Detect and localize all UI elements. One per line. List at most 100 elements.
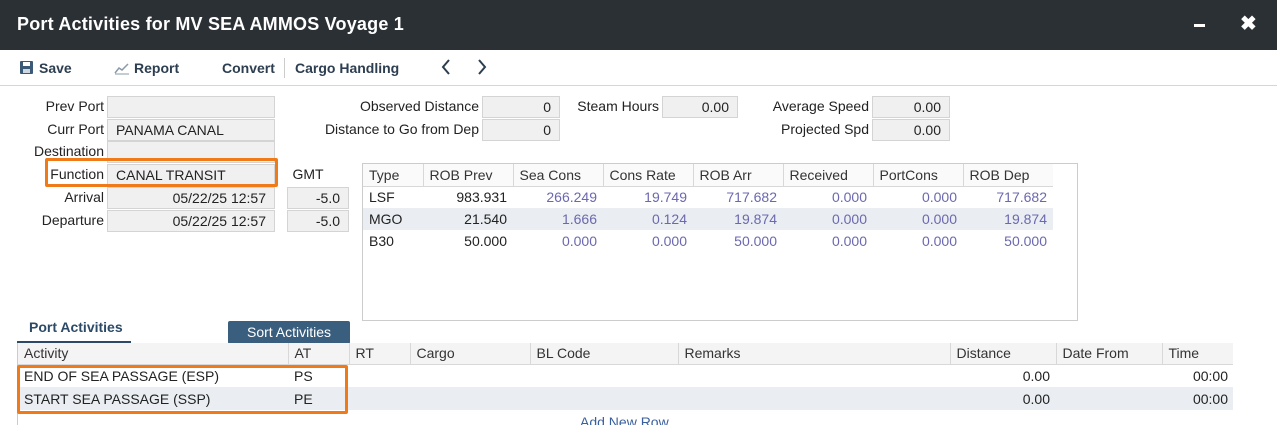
rob-table: Type ROB Prev Sea Cons Cons Rate ROB Arr… bbox=[362, 163, 1078, 321]
cargo-handling-button[interactable]: Cargo Handling bbox=[295, 60, 399, 76]
rob-col-type[interactable]: Type bbox=[363, 164, 424, 187]
chevron-right-icon[interactable] bbox=[476, 57, 488, 80]
rob-cell: MGO bbox=[363, 208, 423, 230]
distance-to-go-label: Distance to Go from Dep bbox=[324, 121, 479, 137]
rob-cell: 0.000 bbox=[561, 233, 597, 249]
col-activity[interactable]: Activity bbox=[18, 343, 289, 365]
rob-cell: B30 bbox=[369, 233, 394, 249]
observed-distance-field[interactable]: 0 bbox=[482, 96, 560, 118]
rob-col-rob-dep[interactable]: ROB Dep bbox=[963, 164, 1053, 187]
rob-row[interactable]: LSF 983.931 266.249 19.749 717.682 0.000… bbox=[363, 186, 1077, 208]
col-remarks[interactable]: Remarks bbox=[678, 343, 951, 365]
at-cell[interactable]: PE bbox=[288, 387, 349, 410]
rt-cell[interactable] bbox=[349, 364, 410, 387]
save-label: Save bbox=[39, 60, 72, 76]
col-at[interactable]: AT bbox=[288, 343, 350, 365]
observed-distance-label: Observed Distance bbox=[359, 98, 479, 114]
activities-table: Activity AT RT Cargo BL Code Remarks Dis… bbox=[17, 343, 1233, 425]
activity-cell[interactable]: END OF SEA PASSAGE (ESP) bbox=[18, 364, 288, 387]
col-time[interactable]: Time bbox=[1162, 343, 1233, 365]
rob-cell: 19.874 bbox=[693, 208, 783, 230]
departure-gmt-field[interactable]: -5.0 bbox=[287, 210, 349, 232]
rob-col-cons-rate[interactable]: Cons Rate bbox=[603, 164, 694, 187]
distance-cell[interactable]: 0.00 bbox=[950, 364, 1056, 387]
rob-col-rob-prev[interactable]: ROB Prev bbox=[423, 164, 514, 187]
rob-cell: 0.000 bbox=[831, 233, 867, 249]
sort-activities-button[interactable]: Sort Activities bbox=[228, 321, 350, 344]
tab-port-activities[interactable]: Port Activities bbox=[17, 317, 131, 344]
remarks-cell[interactable] bbox=[678, 387, 950, 410]
gmt-label: GMT bbox=[292, 166, 324, 182]
distance-to-go-field[interactable]: 0 bbox=[482, 119, 560, 141]
rob-cell: 21.540 bbox=[423, 208, 513, 230]
rob-col-rob-arr[interactable]: ROB Arr bbox=[693, 164, 784, 187]
save-icon bbox=[20, 61, 33, 74]
rob-cell: 717.682 bbox=[726, 189, 777, 206]
function-field[interactable]: CANAL TRANSIT bbox=[107, 164, 275, 186]
toolbar: Save Report Convert Cargo Handling bbox=[0, 50, 1277, 86]
at-cell[interactable]: PS bbox=[288, 364, 349, 387]
add-new-row-link[interactable]: Add New Row bbox=[580, 414, 669, 425]
col-cargo[interactable]: Cargo bbox=[410, 343, 531, 365]
col-rt[interactable]: RT bbox=[349, 343, 411, 365]
projected-speed-field[interactable]: 0.00 bbox=[872, 119, 950, 141]
rob-cell: 717.682 bbox=[996, 189, 1047, 206]
rob-cell: LSF bbox=[369, 189, 395, 206]
activity-row[interactable]: END OF SEA PASSAGE (ESP) PS 0.00 00:00 bbox=[18, 364, 1233, 387]
rob-row[interactable]: B30 50.000 0.000 0.000 50.000 0.000 0.00… bbox=[363, 230, 1077, 252]
save-button[interactable]: Save bbox=[20, 60, 72, 76]
col-bl-code[interactable]: BL Code bbox=[530, 343, 679, 365]
time-cell[interactable]: 00:00 bbox=[1162, 364, 1233, 387]
time-cell[interactable]: 00:00 bbox=[1162, 387, 1233, 410]
minimize-icon[interactable] bbox=[1192, 10, 1208, 34]
distance-cell[interactable]: 0.00 bbox=[950, 387, 1056, 410]
average-speed-field[interactable]: 0.00 bbox=[872, 96, 950, 118]
cargo-cell[interactable] bbox=[410, 387, 530, 410]
arrival-gmt-field[interactable]: -5.0 bbox=[287, 187, 349, 209]
chevron-left-icon[interactable] bbox=[440, 57, 452, 80]
rob-cell: 50.000 bbox=[1004, 233, 1047, 249]
rob-col-received[interactable]: Received bbox=[783, 164, 874, 187]
remarks-cell[interactable] bbox=[678, 364, 950, 387]
rob-cell: 50.000 bbox=[734, 233, 777, 249]
close-icon[interactable]: ✖ bbox=[1240, 14, 1257, 34]
prev-port-field[interactable] bbox=[107, 96, 275, 118]
rob-cell: 50.000 bbox=[464, 233, 507, 249]
convert-button[interactable]: Convert bbox=[222, 60, 275, 76]
prev-port-label: Prev Port bbox=[45, 98, 104, 114]
rob-col-portcons[interactable]: PortCons bbox=[873, 164, 964, 187]
toolbar-divider bbox=[284, 58, 285, 78]
curr-port-label: Curr Port bbox=[47, 121, 104, 137]
rob-cell: 0.000 bbox=[651, 233, 687, 249]
rt-cell[interactable] bbox=[349, 387, 410, 410]
cargo-cell[interactable] bbox=[410, 364, 530, 387]
col-distance[interactable]: Distance bbox=[950, 343, 1057, 365]
departure-label: Departure bbox=[41, 212, 104, 228]
date-from-cell[interactable] bbox=[1056, 387, 1162, 410]
bl-code-cell[interactable] bbox=[530, 364, 678, 387]
destination-field[interactable] bbox=[107, 141, 275, 163]
bl-code-cell[interactable] bbox=[530, 387, 678, 410]
steam-hours-field[interactable]: 0.00 bbox=[662, 96, 738, 118]
activity-cell[interactable]: START SEA PASSAGE (SSP) bbox=[18, 387, 288, 410]
projected-speed-label: Projected Spd bbox=[781, 121, 869, 137]
chart-icon bbox=[114, 63, 129, 75]
window-title: Port Activities for MV SEA AMMOS Voyage … bbox=[17, 14, 404, 34]
function-label: Function bbox=[50, 166, 104, 182]
rob-cell: 1.666 bbox=[513, 208, 603, 230]
activities-header-row: Activity AT RT Cargo BL Code Remarks Dis… bbox=[18, 343, 1233, 365]
curr-port-field[interactable]: PANAMA CANAL bbox=[107, 119, 275, 141]
arrival-label: Arrival bbox=[64, 189, 104, 205]
activity-row[interactable]: START SEA PASSAGE (SSP) PE 0.00 00:00 bbox=[18, 387, 1233, 410]
rob-row[interactable]: MGO 21.540 1.666 0.124 19.874 0.000 0.00… bbox=[363, 208, 1077, 230]
rob-cell: 266.249 bbox=[546, 189, 597, 206]
col-date-from[interactable]: Date From bbox=[1056, 343, 1163, 365]
rob-col-sea-cons[interactable]: Sea Cons bbox=[513, 164, 604, 187]
rob-cell: 0.000 bbox=[921, 233, 957, 249]
departure-field[interactable]: 05/22/25 12:57 bbox=[107, 210, 275, 232]
arrival-field[interactable]: 05/22/25 12:57 bbox=[107, 187, 275, 209]
report-label: Report bbox=[134, 60, 180, 76]
date-from-cell[interactable] bbox=[1056, 364, 1162, 387]
report-button[interactable]: Report bbox=[114, 60, 179, 76]
rob-cell: 19.874 bbox=[963, 208, 1053, 230]
